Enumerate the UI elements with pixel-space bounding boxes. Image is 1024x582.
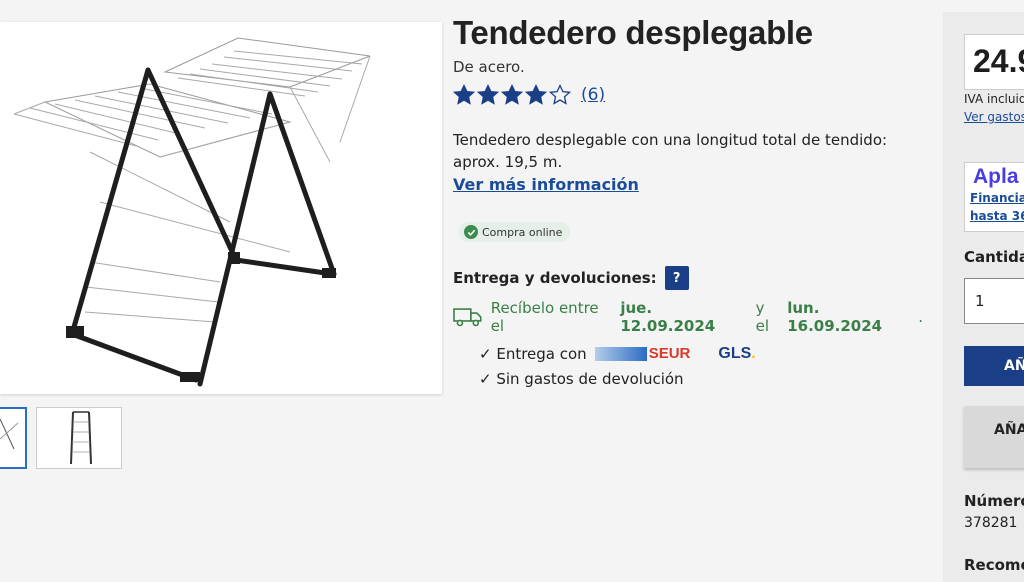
delivery-date-to: lun. 16.09.2024: [787, 299, 883, 335]
thumbnail-2[interactable]: [36, 407, 122, 469]
more-info-link[interactable]: Ver más información: [453, 175, 639, 194]
gls-label: GLS: [718, 344, 752, 362]
aplazame-logo: Apla: [973, 165, 1019, 188]
delivery-help-button[interactable]: ?: [664, 266, 689, 290]
product-main-image[interactable]: [0, 22, 442, 394]
star-filled-icon: [453, 84, 475, 106]
gls-logo: GLS.: [718, 345, 755, 363]
carrier-prefix: ✓ Entrega con: [479, 344, 587, 363]
quantity-input[interactable]: [964, 278, 1024, 324]
star-filled-icon: [525, 84, 547, 106]
delivery-suffix: .: [918, 308, 923, 326]
quantity-label: Cantidad: [964, 248, 1024, 266]
product-subtitle: De acero.: [453, 58, 525, 76]
seur-logo: SEUR: [594, 345, 691, 362]
financing-line-1[interactable]: Financiac: [970, 189, 1024, 207]
carrier-line: ✓ Entrega con SEUR GLS.: [479, 341, 923, 366]
product-info: Tendedero desplegable De acero. (6) Tend…: [453, 14, 923, 391]
online-badge-label: Compra online: [482, 225, 563, 239]
delivery-estimate: Recíbelo entre el jue. 12.09.2024 y el l…: [453, 299, 923, 335]
shipping-costs-link[interactable]: Ver gastos: [964, 110, 1024, 124]
product-title: Tendedero desplegable: [453, 14, 813, 51]
thumbnail-rack-open-icon: [0, 418, 19, 450]
financing-line-2[interactable]: hasta 36: [970, 207, 1024, 225]
price: 24.9: [973, 43, 1024, 79]
product-description: Tendedero desplegable con una longitud t…: [453, 131, 888, 171]
price-box: 24.9: [964, 34, 1024, 90]
item-number: 378281: [964, 515, 1018, 531]
star-filled-icon: [501, 84, 523, 106]
recommend-label: Recomen: [964, 556, 1024, 574]
add-secondary-button[interactable]: AÑA: [964, 406, 1024, 468]
truck-icon: [453, 308, 482, 327]
review-count-link[interactable]: (6): [581, 85, 605, 105]
star-filled-icon: [477, 84, 499, 106]
seur-label: SEUR: [648, 345, 691, 362]
financing-box[interactable]: Apla Financiac hasta 36: [964, 162, 1024, 232]
carriers-list: ✓ Entrega con SEUR GLS. ✓ Sin gastos de …: [479, 341, 923, 391]
returns-line: ✓ Sin gastos de devolución: [479, 369, 684, 388]
drying-rack-illustration: [13, 37, 371, 387]
thumbnail-1[interactable]: [0, 407, 27, 469]
rating[interactable]: (6): [453, 83, 923, 107]
vat-note: IVA incluid: [964, 92, 1024, 106]
rating-stars: [453, 84, 571, 106]
star-empty-icon: [549, 84, 571, 106]
delivery-prefix: Recíbelo entre el: [490, 299, 599, 335]
item-number-label: Número: [964, 492, 1024, 510]
delivery-connector: y el: [755, 299, 770, 335]
delivery-heading-row: Entrega y devoluciones: ?: [453, 266, 923, 290]
delivery-heading: Entrega y devoluciones:: [453, 269, 657, 287]
seur-bars-icon: [594, 346, 647, 361]
gls-dot: .: [751, 344, 756, 362]
check-circle-icon: [464, 225, 478, 239]
thumbnail-rack-folded-icon: [70, 411, 92, 465]
online-badge: Compra online: [459, 222, 571, 242]
delivery-date-from: jue. 12.09.2024: [620, 299, 716, 335]
add-to-cart-button[interactable]: AÑA: [964, 346, 1024, 386]
